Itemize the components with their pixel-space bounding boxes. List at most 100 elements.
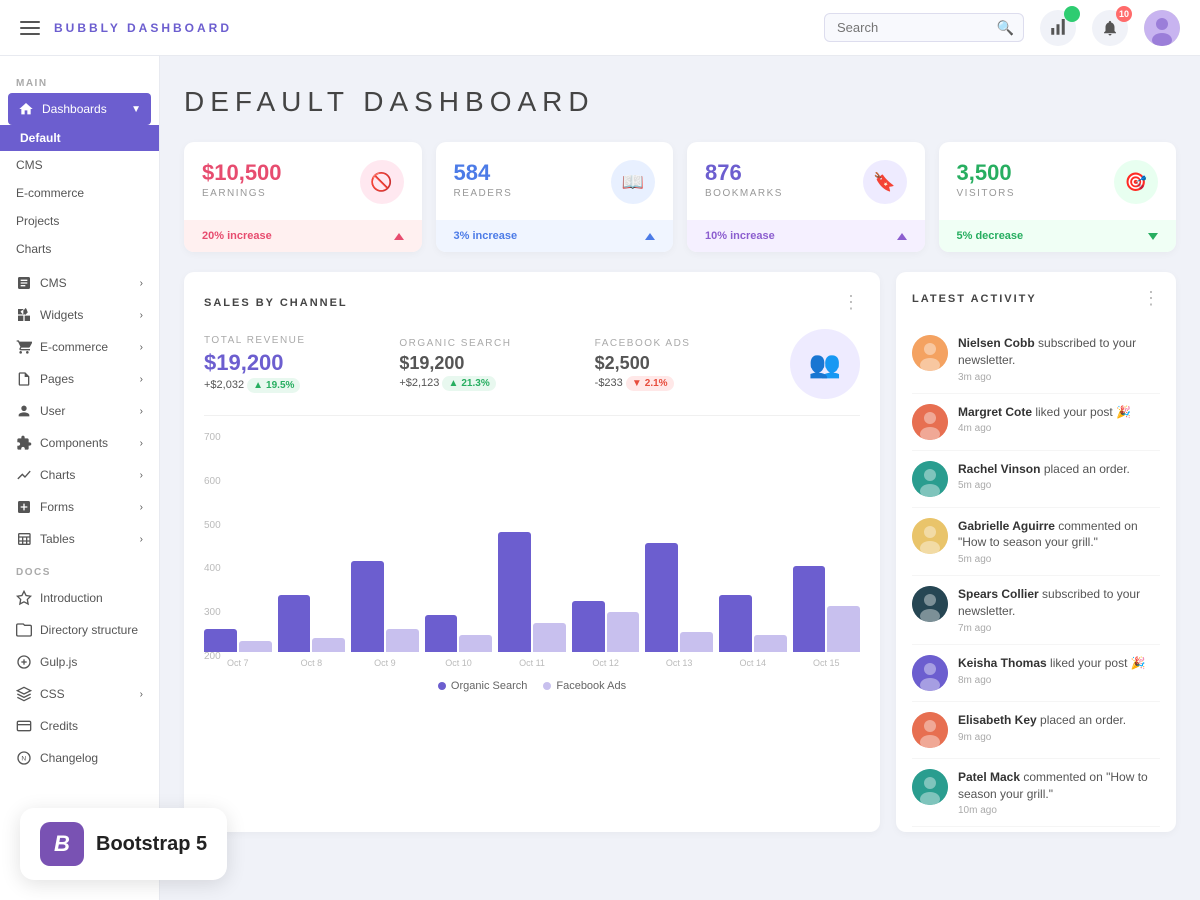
facebook-change: -$233 ▼ 2.1%	[595, 376, 790, 391]
bar-group	[572, 601, 640, 652]
sidebar-item-widgets[interactable]: Widgets ›	[0, 299, 159, 331]
stats-icon-button[interactable]	[1040, 10, 1076, 46]
sidebar-item-dashboards[interactable]: Dashboards ▼	[8, 93, 151, 125]
stat-card-top: $10,500 EARNINGS 🚫	[202, 160, 404, 204]
activity-text: Gabrielle Aguirre commented on "How to s…	[958, 518, 1160, 552]
activity-name: Margret Cote	[958, 405, 1032, 419]
sidebar-item-forms-label: Forms	[40, 500, 74, 514]
x-axis-label: Oct 11	[498, 658, 566, 668]
sidebar-item-charts[interactable]: Charts ›	[0, 459, 159, 491]
search-input[interactable]	[824, 13, 1024, 42]
bar-secondary	[312, 638, 345, 652]
activity-panel-options-button[interactable]: ⋮	[1142, 288, 1160, 309]
activity-content: Patel Mack commented on "How to season y…	[958, 769, 1160, 817]
user-avatar[interactable]	[1144, 10, 1180, 46]
activity-avatar	[912, 712, 948, 748]
activity-content: Elisabeth Key placed an order. 9m ago	[958, 712, 1126, 748]
y-axis-label: 600	[204, 476, 234, 487]
sidebar-item-ecommerce-label: E-commerce	[40, 340, 108, 354]
sales-panel-options-button[interactable]: ⋮	[842, 292, 860, 313]
facebook-label: FACEBOOK ADS	[595, 338, 790, 349]
activity-time: 3m ago	[958, 372, 1160, 383]
bar-secondary	[754, 635, 787, 652]
activity-content: Nielsen Cobb subscribed to your newslett…	[958, 335, 1160, 383]
stat-value: 3,500	[957, 160, 1016, 186]
sidebar-plain-charts[interactable]: Charts	[0, 235, 159, 263]
total-revenue-block: TOTAL REVENUE $19,200 +$2,032 ▲ 19.5%	[204, 335, 399, 393]
sidebar-item-cms[interactable]: CMS ›	[0, 267, 159, 299]
activity-text: Patel Mack commented on "How to season y…	[958, 769, 1160, 803]
activity-avatar	[912, 655, 948, 691]
stat-card: 584 READERS 📖 3% increase	[436, 142, 674, 252]
stat-footer: 20% increase	[184, 220, 422, 252]
stat-card: 3,500 VISITORS 🎯 5% decrease	[939, 142, 1177, 252]
y-axis-label: 300	[204, 607, 234, 618]
sidebar: MAIN Dashboards ▼ Default CMS E-commerce…	[0, 56, 160, 900]
sidebar-plain-projects[interactable]: Projects	[0, 207, 159, 235]
stat-card: 876 BOOKMARKS 🔖 10% increase	[687, 142, 925, 252]
bootstrap-label: Bootstrap 5	[96, 833, 207, 856]
x-axis-label: Oct 10	[425, 658, 493, 668]
activity-name: Keisha Thomas	[958, 656, 1047, 670]
sidebar-item-gulpjs[interactable]: Gulp.js	[0, 646, 159, 678]
topbar-left: BUBBLY DASHBOARD	[20, 21, 232, 35]
stat-icon: 📖	[611, 160, 655, 204]
activity-text: Margret Cote liked your post 🎉	[958, 404, 1131, 421]
activity-item: Erika Whitaker subscribed to your newsle…	[912, 827, 1160, 832]
stat-arrow-icon	[394, 233, 404, 240]
bar-secondary	[459, 635, 492, 652]
legend-label: Facebook Ads	[556, 680, 626, 692]
sidebar-item-forms[interactable]: Forms ›	[0, 491, 159, 523]
x-axis-label: Oct 8	[278, 658, 346, 668]
components-chevron: ›	[140, 438, 143, 449]
x-axis-label: Oct 15	[793, 658, 861, 668]
activity-list: Nielsen Cobb subscribed to your newslett…	[912, 325, 1160, 832]
legend-label: Organic Search	[451, 680, 527, 692]
activity-name: Spears Collier	[958, 587, 1039, 601]
activity-time: 4m ago	[958, 423, 1131, 434]
sidebar-item-css[interactable]: CSS ›	[0, 678, 159, 710]
activity-text: Spears Collier subscribed to your newsle…	[958, 586, 1160, 620]
sidebar-plain-ecommerce[interactable]: E-commerce	[0, 179, 159, 207]
sidebar-sub-default[interactable]: Default	[0, 125, 159, 151]
activity-panel-title: LATEST ACTIVITY	[912, 293, 1037, 305]
organic-change: +$2,123 ▲ 21.3%	[399, 376, 594, 391]
activity-avatar	[912, 404, 948, 440]
topbar-right: 🔍 10	[824, 10, 1180, 46]
forms-chevron: ›	[140, 502, 143, 513]
sidebar-item-user[interactable]: User ›	[0, 395, 159, 427]
total-revenue-badge: ▲ 19.5%	[247, 378, 300, 393]
activity-item: Gabrielle Aguirre commented on "How to s…	[912, 508, 1160, 577]
bar-primary	[645, 543, 678, 652]
dashboards-chevron: ▼	[131, 104, 141, 115]
sidebar-plain-cms[interactable]: CMS	[0, 151, 159, 179]
bar-primary	[425, 615, 458, 652]
sidebar-item-ecommerce[interactable]: E-commerce ›	[0, 331, 159, 363]
bar-group	[645, 543, 713, 652]
sidebar-item-credits[interactable]: Credits	[0, 710, 159, 742]
menu-toggle-button[interactable]	[20, 21, 40, 35]
total-revenue-value: $19,200	[204, 350, 399, 376]
sidebar-item-pages[interactable]: Pages ›	[0, 363, 159, 395]
stat-footer: 10% increase	[687, 220, 925, 252]
bar-secondary	[607, 612, 640, 652]
stat-footer-text: 5% decrease	[957, 230, 1024, 242]
sidebar-item-changelog[interactable]: N Changelog	[0, 742, 159, 774]
notifications-button[interactable]: 10	[1092, 10, 1128, 46]
sidebar-item-introduction-label: Introduction	[40, 591, 103, 605]
sidebar-item-charts-label: Charts	[40, 468, 75, 482]
css-chevron: ›	[140, 689, 143, 700]
bar-group	[498, 532, 566, 652]
search-icon: 🔍	[997, 19, 1014, 36]
chart-area: Oct 7Oct 8Oct 9Oct 10Oct 11Oct 12Oct 13O…	[204, 432, 860, 668]
stat-footer-text: 3% increase	[454, 230, 518, 242]
sidebar-item-directory[interactable]: Directory structure	[0, 614, 159, 646]
stat-footer: 3% increase	[436, 220, 674, 252]
sidebar-item-introduction[interactable]: Introduction	[0, 582, 159, 614]
user-chevron: ›	[140, 406, 143, 417]
main-section-label: MAIN	[0, 66, 159, 93]
activity-item: Elisabeth Key placed an order. 9m ago	[912, 702, 1160, 759]
sidebar-item-tables[interactable]: Tables ›	[0, 523, 159, 555]
page-title: DEFAULT DASHBOARD	[184, 86, 1176, 118]
sidebar-item-components[interactable]: Components ›	[0, 427, 159, 459]
